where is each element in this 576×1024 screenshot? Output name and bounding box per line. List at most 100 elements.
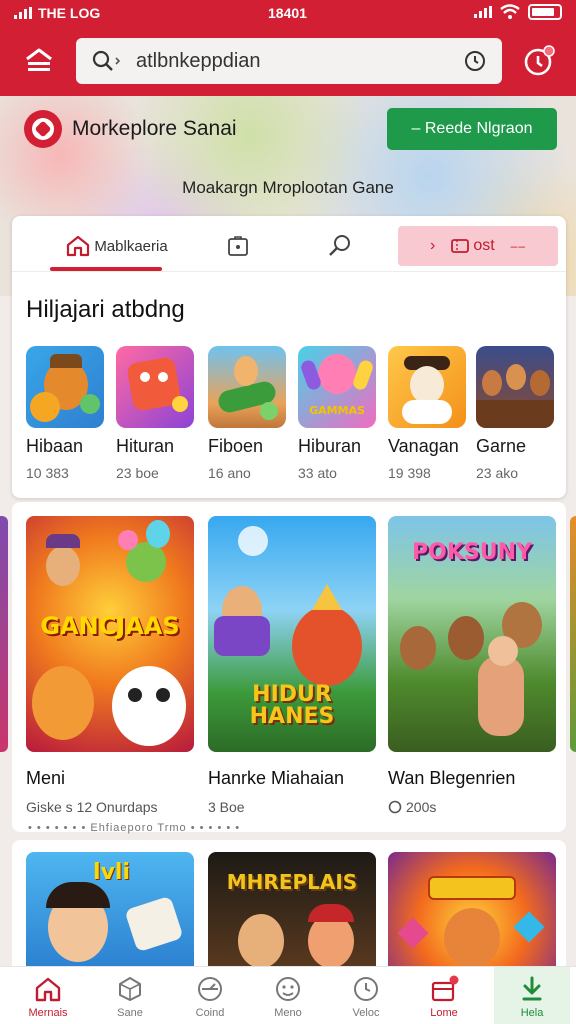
game-meta: 23 ako xyxy=(476,465,519,481)
home-icon xyxy=(67,235,90,257)
featured-meta: Giske s 12 Onurdaps xyxy=(26,799,194,815)
game-card[interactable]: Hibaan 10 383 xyxy=(26,346,104,481)
nav-item-help[interactable]: Hela xyxy=(494,967,570,1024)
nav-item-menu[interactable]: Meno xyxy=(252,967,324,1024)
game-meta: 23 boe xyxy=(116,465,159,481)
nav-label: Hela xyxy=(520,1006,544,1019)
featured-meta: 200s xyxy=(388,799,556,815)
nav-item-history[interactable]: Veloc xyxy=(330,967,402,1024)
poster-title: MHREPLAIS xyxy=(226,870,358,894)
nav-item-gifts[interactable]: Lome xyxy=(408,967,480,1024)
status-left: THE LOG xyxy=(14,5,100,21)
tab-promo-content: ost xyxy=(451,237,495,255)
featured-meta-text: 3 Boe xyxy=(208,799,245,815)
featured-meta-text: 200s xyxy=(406,799,437,815)
gift-icon xyxy=(429,974,459,1004)
see-more-link[interactable]: • • • • • • • Ehfiaeporo Trmo • • • • • … xyxy=(28,822,240,834)
home-icon xyxy=(33,974,63,1004)
nav-label: Mernais xyxy=(28,1006,68,1019)
featured-card[interactable]: GANCJAAS Meni Giske s 12 Onurdaps xyxy=(26,516,194,815)
poster-title: POKSUNY xyxy=(412,540,532,565)
game-meta: 19 398 xyxy=(388,465,431,481)
featured-meta-text: Giske s 12 Onurdaps xyxy=(26,799,158,815)
nav-item-home[interactable]: Mernais xyxy=(12,967,84,1024)
wifi-icon xyxy=(500,4,520,19)
game-card[interactable]: Fiboen 16 ano xyxy=(208,346,286,481)
game-thumbnail xyxy=(116,346,194,428)
game-thumbnail xyxy=(476,346,554,428)
game-meta: 10 383 xyxy=(26,465,69,481)
poster-title: lvli xyxy=(93,860,130,885)
game-card[interactable]: GAMMAS Hiburan 33 ato xyxy=(298,346,376,481)
featured-card[interactable]: POKSUNY Wan Blegenrien 200s xyxy=(388,516,556,815)
magnifier-icon xyxy=(329,235,350,256)
carrier-label: THE LOG xyxy=(38,5,101,21)
carousel-edge-left xyxy=(0,516,8,752)
brand-logo xyxy=(24,110,62,148)
featured-poster: GANCJAAS xyxy=(26,516,194,752)
game-thumbnail xyxy=(208,346,286,428)
section-title: Hiljajari atbdng xyxy=(26,296,185,323)
face-icon xyxy=(273,974,303,1004)
nav-item-games[interactable]: Sane xyxy=(94,967,166,1024)
trending-card: Mablkaeria › ost –– Hiljajari atbdng Hib… xyxy=(12,216,566,498)
category-tabs: Mablkaeria › ost –– xyxy=(12,216,566,272)
game-card[interactable]: Hituran 23 boe xyxy=(116,346,194,481)
carousel-edge-right xyxy=(570,516,576,752)
tab-search[interactable] xyxy=(318,226,362,266)
game-name: Fiboen xyxy=(208,436,264,456)
search-bar[interactable] xyxy=(76,38,502,84)
game-name: Garne xyxy=(476,436,527,456)
promo-button[interactable]: – Reede Nlgraon xyxy=(387,108,557,150)
featured-meta: 3 Boe xyxy=(208,799,376,815)
nav-label: Coind xyxy=(195,1006,225,1019)
game-thumbnail xyxy=(388,346,466,428)
featured-poster: POKSUNY xyxy=(388,516,556,752)
more-dots-icon: –– xyxy=(510,239,527,253)
tab-home[interactable]: Mablkaeria xyxy=(62,226,172,266)
tab-promo[interactable]: › ost –– xyxy=(398,226,558,266)
trending-games-row: Hibaan 10 383 Hituran 23 boe Fiboen 16 a… xyxy=(26,346,556,486)
game-name: Hituran xyxy=(116,436,175,456)
poster-title: HIDUR HANES xyxy=(249,682,335,729)
second-row-card[interactable]: MHREPLAIS xyxy=(208,852,376,972)
nav-item-coins[interactable]: Coind xyxy=(174,967,246,1024)
chat-icon xyxy=(388,800,402,814)
featured-poster: HIDUR HANES xyxy=(208,516,376,752)
nav-label: Veloc xyxy=(352,1006,380,1019)
second-row-card[interactable]: lvli xyxy=(26,852,194,972)
game-thumbnail: GAMMAS xyxy=(298,346,376,428)
search-icon xyxy=(92,50,121,71)
cell-signal-icon xyxy=(474,6,492,18)
clock-icon[interactable] xyxy=(464,50,486,72)
compass-icon xyxy=(195,974,225,1004)
home-menu-button[interactable] xyxy=(22,44,56,76)
chevron-right-icon: › xyxy=(429,237,436,254)
download-icon xyxy=(517,974,547,1004)
featured-name: Wan Blegenrien xyxy=(388,768,516,788)
game-meta: 33 ato xyxy=(298,465,337,481)
nav-label: Lome xyxy=(430,1006,458,1019)
notification-button[interactable] xyxy=(520,42,558,80)
bottom-navigation: Mernais Sane Coind Meno Veloc Lome Hela xyxy=(0,966,576,1024)
featured-name: Meni xyxy=(26,768,66,788)
clock-icon xyxy=(351,974,381,1004)
battery-icon xyxy=(528,4,562,20)
second-row-card[interactable] xyxy=(388,852,556,972)
status-bar: THE LOG 18401 xyxy=(0,0,576,28)
featured-card[interactable]: HIDUR HANES Hanrke Miahaian 3 Boe xyxy=(208,516,376,815)
app-header: THE LOG 18401 xyxy=(0,0,576,96)
game-name: Hiburan xyxy=(298,436,362,456)
brand-name: Morkeplore Sanai xyxy=(72,117,237,140)
status-time: 18401 xyxy=(268,5,307,21)
game-card[interactable]: Garne 23 ako xyxy=(476,346,554,481)
game-card[interactable]: Vanagan 19 398 xyxy=(388,346,466,481)
ticket-icon xyxy=(451,239,470,253)
poster-title: GANCJAAS xyxy=(40,612,180,640)
active-tab-indicator xyxy=(50,267,162,271)
banner-subtitle: Moakargn Mroplootan Gane xyxy=(182,178,394,197)
tab-bag[interactable] xyxy=(218,226,258,266)
search-input[interactable] xyxy=(136,48,456,74)
bell-icon xyxy=(524,45,555,76)
game-name: Vanagan xyxy=(388,436,459,456)
